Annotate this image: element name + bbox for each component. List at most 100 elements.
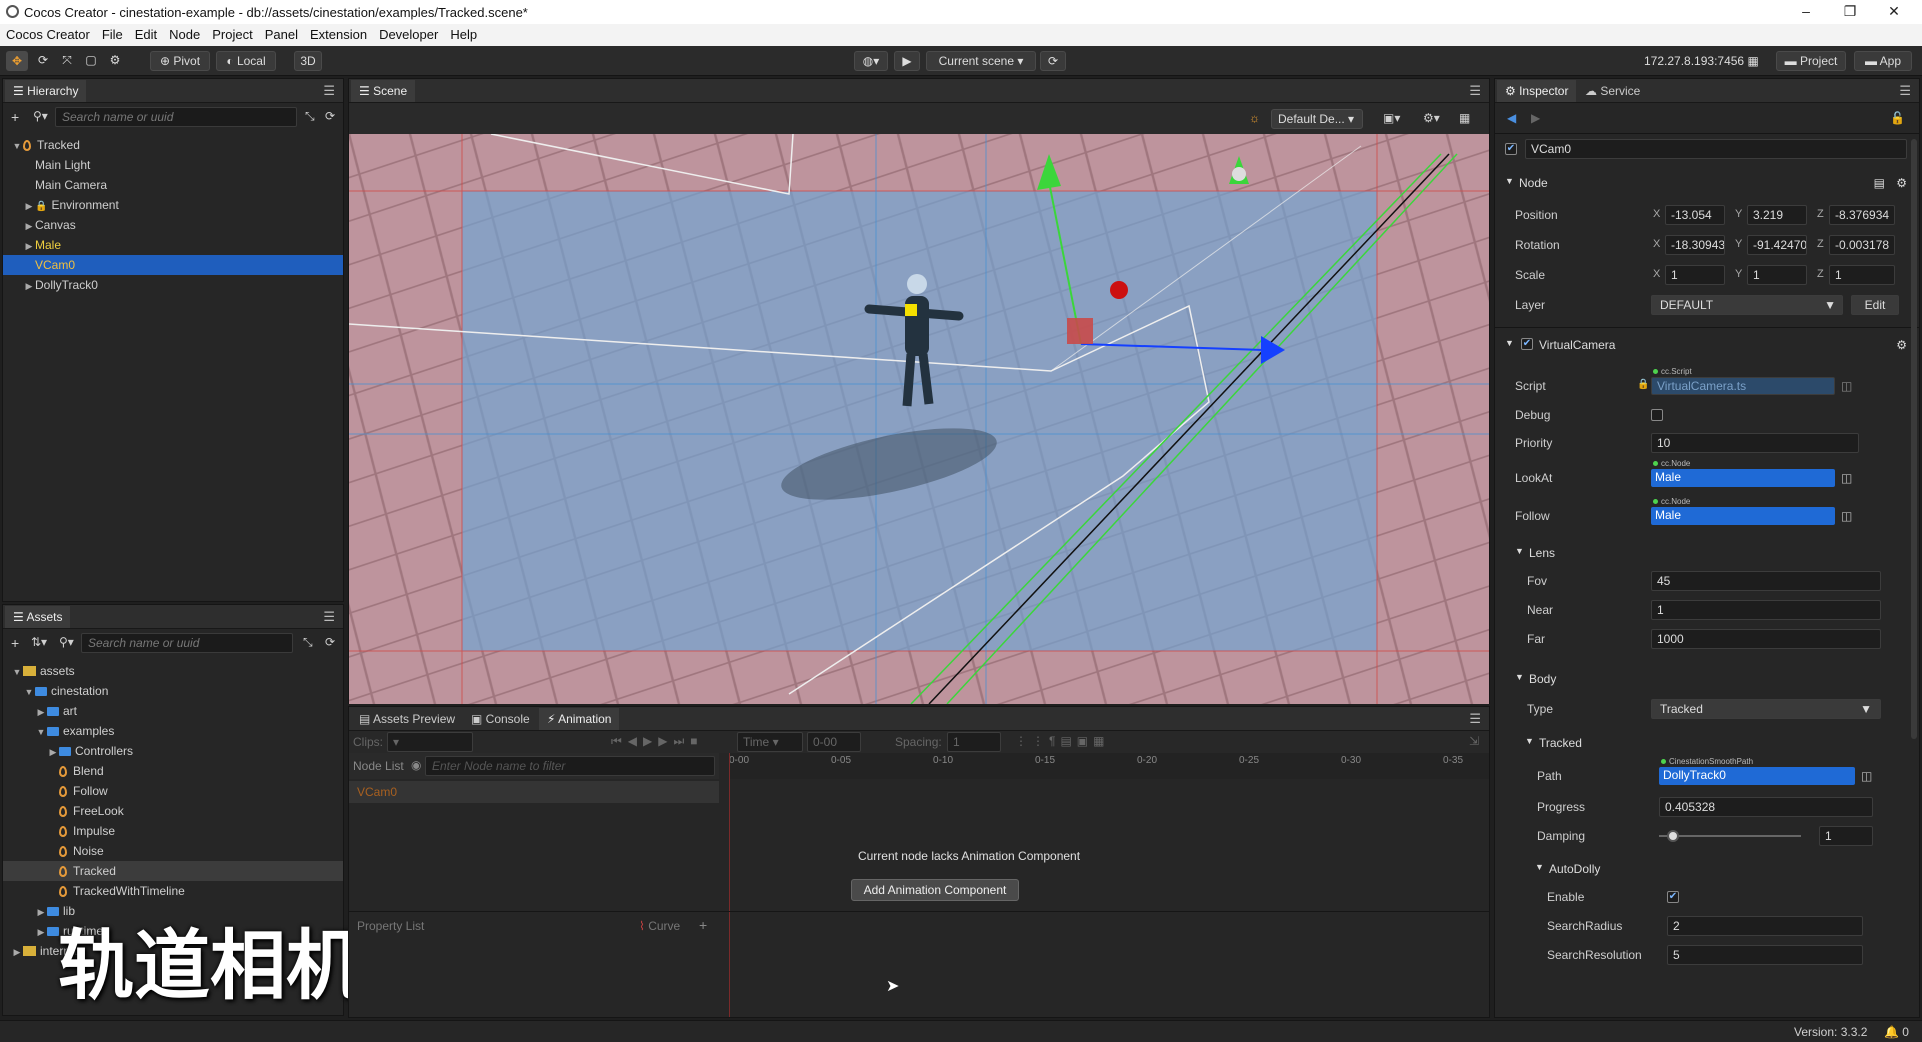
app-button[interactable]: ▬ App: [1854, 51, 1912, 71]
searchresolution-input[interactable]: 5: [1667, 945, 1863, 965]
time-input[interactable]: 0-00: [807, 732, 861, 752]
body-section[interactable]: ▼ Body: [1495, 667, 1919, 691]
damping-slider-track[interactable]: [1659, 835, 1801, 837]
refresh-icon[interactable]: ⟳: [1040, 51, 1066, 71]
add-property-icon[interactable]: +: [699, 917, 707, 933]
autodolly-section[interactable]: ▼ AutoDolly: [1495, 857, 1919, 881]
light-icon[interactable]: ☼: [1249, 111, 1260, 125]
close-button[interactable]: ✕: [1872, 0, 1916, 24]
node-filter-input[interactable]: Enter Node name to filter: [425, 756, 715, 776]
back-icon[interactable]: ◀: [1507, 111, 1516, 125]
doc-icon[interactable]: ▤: [1874, 176, 1885, 190]
chevron-down-icon[interactable]: ▼: [23, 682, 35, 702]
chevron-right-icon[interactable]: ▶: [23, 236, 35, 256]
damping-slider-knob[interactable]: [1667, 830, 1680, 842]
lock-icon[interactable]: 🔓: [1890, 111, 1905, 125]
local-toggle[interactable]: ◐ Local: [216, 51, 276, 71]
tab-animation[interactable]: ⚡ Animation: [539, 708, 620, 730]
clips-dropdown[interactable]: ▾: [387, 732, 473, 752]
debug-checkbox[interactable]: [1651, 409, 1663, 421]
assets-search-input[interactable]: Search name or uuid: [81, 633, 293, 653]
chevron-right-icon[interactable]: ▶: [35, 702, 47, 722]
rotate-tool-icon[interactable]: ⟳: [32, 51, 54, 71]
hierarchy-item[interactable]: ▶ 🔒 Environment: [3, 195, 343, 215]
near-input[interactable]: 1: [1651, 600, 1881, 620]
position-x[interactable]: -13.054: [1665, 205, 1725, 225]
asset-item[interactable]: Blend: [3, 761, 343, 781]
path-field[interactable]: DollyTrack0: [1659, 767, 1855, 785]
node-active-checkbox[interactable]: ✔: [1505, 143, 1517, 155]
menu-project[interactable]: Project: [206, 24, 258, 42]
timeline-tools[interactable]: ⋮⋮¶▤▣▦: [1015, 734, 1109, 748]
follow-field[interactable]: Male: [1651, 507, 1835, 525]
chevron-right-icon[interactable]: ▶: [11, 942, 23, 962]
playback-controls[interactable]: ⏮◀▶▶⏭■: [611, 734, 704, 749]
fov-input[interactable]: 45: [1651, 571, 1881, 591]
menu-extension[interactable]: Extension: [304, 24, 373, 42]
tab-service[interactable]: ☁ Service: [1577, 80, 1648, 102]
chevron-right-icon[interactable]: ▶: [23, 196, 35, 216]
priority-input[interactable]: 10: [1651, 433, 1859, 453]
scale-tool-icon[interactable]: ⤧: [56, 51, 78, 71]
node-section[interactable]: ▼ Node ▤ ⚙: [1495, 171, 1919, 195]
tab-assets[interactable]: ☰ Assets: [5, 606, 71, 628]
view-mode-icon[interactable]: ▣▾: [1383, 111, 1400, 125]
scale-y[interactable]: 1: [1747, 265, 1807, 285]
lookat-field[interactable]: Male: [1651, 469, 1835, 487]
asset-item[interactable]: Follow: [3, 781, 343, 801]
layer-edit-button[interactable]: Edit: [1851, 295, 1899, 315]
platform-globe-icon[interactable]: ◍▾: [854, 51, 888, 71]
rotation-y[interactable]: -91.42470: [1747, 235, 1807, 255]
tab-console[interactable]: ▣ Console: [463, 708, 538, 730]
scene-settings-gear-icon[interactable]: ⚙▾: [1423, 111, 1440, 125]
asset-item[interactable]: ▶ Controllers: [3, 741, 343, 761]
path-picker-icon[interactable]: ◫: [1861, 769, 1872, 783]
collapse-icon[interactable]: ⤡: [303, 635, 313, 650]
add-animation-component-button[interactable]: Add Animation Component: [851, 879, 1019, 901]
chevron-right-icon[interactable]: ▶: [23, 216, 35, 236]
position-y[interactable]: 3.219: [1747, 205, 1807, 225]
refresh-icon[interactable]: ⟳: [325, 635, 335, 649]
curve-toggle[interactable]: ⌇ Curve: [639, 919, 680, 933]
script-field[interactable]: VirtualCamera.ts: [1651, 377, 1835, 395]
hierarchy-item[interactable]: ▶ DollyTrack0: [3, 275, 343, 295]
gear-icon[interactable]: ⚙: [1896, 176, 1907, 190]
add-asset-icon[interactable]: +: [11, 635, 19, 651]
chevron-down-icon[interactable]: ▼: [11, 662, 23, 682]
asset-item[interactable]: Impulse: [3, 821, 343, 841]
far-input[interactable]: 1000: [1651, 629, 1881, 649]
3d-toggle[interactable]: 3D: [294, 51, 322, 71]
tab-assets-preview[interactable]: ▤ Assets Preview: [351, 708, 463, 730]
chevron-right-icon[interactable]: ▶: [35, 902, 47, 922]
move-tool-icon[interactable]: ✥: [6, 51, 28, 71]
tab-scene[interactable]: ☰ Scene: [351, 80, 416, 102]
tracked-section[interactable]: ▼ Tracked: [1495, 731, 1919, 755]
chevron-down-icon[interactable]: ▼: [35, 722, 47, 742]
refresh-icon[interactable]: ⟳: [325, 109, 335, 123]
tab-inspector[interactable]: ⚙ Inspector: [1497, 80, 1577, 102]
layer-dropdown[interactable]: DEFAULT ▼: [1651, 295, 1843, 315]
menu-cocos-creator[interactable]: Cocos Creator: [0, 24, 96, 42]
menu-file[interactable]: File: [96, 24, 129, 42]
type-dropdown[interactable]: Tracked ▼: [1651, 699, 1881, 719]
pivot-toggle[interactable]: ⊕ Pivot: [150, 51, 210, 71]
menu-node[interactable]: Node: [163, 24, 206, 42]
maximize-button[interactable]: ❐: [1828, 0, 1872, 24]
asset-item[interactable]: TrackedWithTimeline: [3, 881, 343, 901]
hierarchy-item[interactable]: Main Light: [3, 155, 343, 175]
hierarchy-menu-icon[interactable]: ☰: [323, 83, 335, 99]
assets-menu-icon[interactable]: ☰: [323, 609, 335, 625]
rect-tool-icon[interactable]: ▢: [80, 51, 102, 71]
camera-dropdown[interactable]: Default De... ▾: [1271, 109, 1363, 129]
virtualcamera-enabled-checkbox[interactable]: ✔: [1521, 338, 1533, 350]
gear-icon[interactable]: ⚙: [104, 51, 126, 71]
spacing-input[interactable]: 1: [947, 732, 1001, 752]
gear-icon[interactable]: ⚙: [1896, 338, 1907, 352]
search-icon[interactable]: ⚲▾: [59, 635, 74, 649]
follow-picker-icon[interactable]: ◫: [1841, 509, 1852, 523]
rotation-z[interactable]: -0.003178: [1829, 235, 1895, 255]
hierarchy-item[interactable]: VCam0: [3, 255, 343, 275]
animation-menu-icon[interactable]: ☰: [1469, 711, 1481, 727]
collapse-icon[interactable]: ⤡: [305, 109, 315, 124]
lookat-picker-icon[interactable]: ◫: [1841, 471, 1852, 485]
